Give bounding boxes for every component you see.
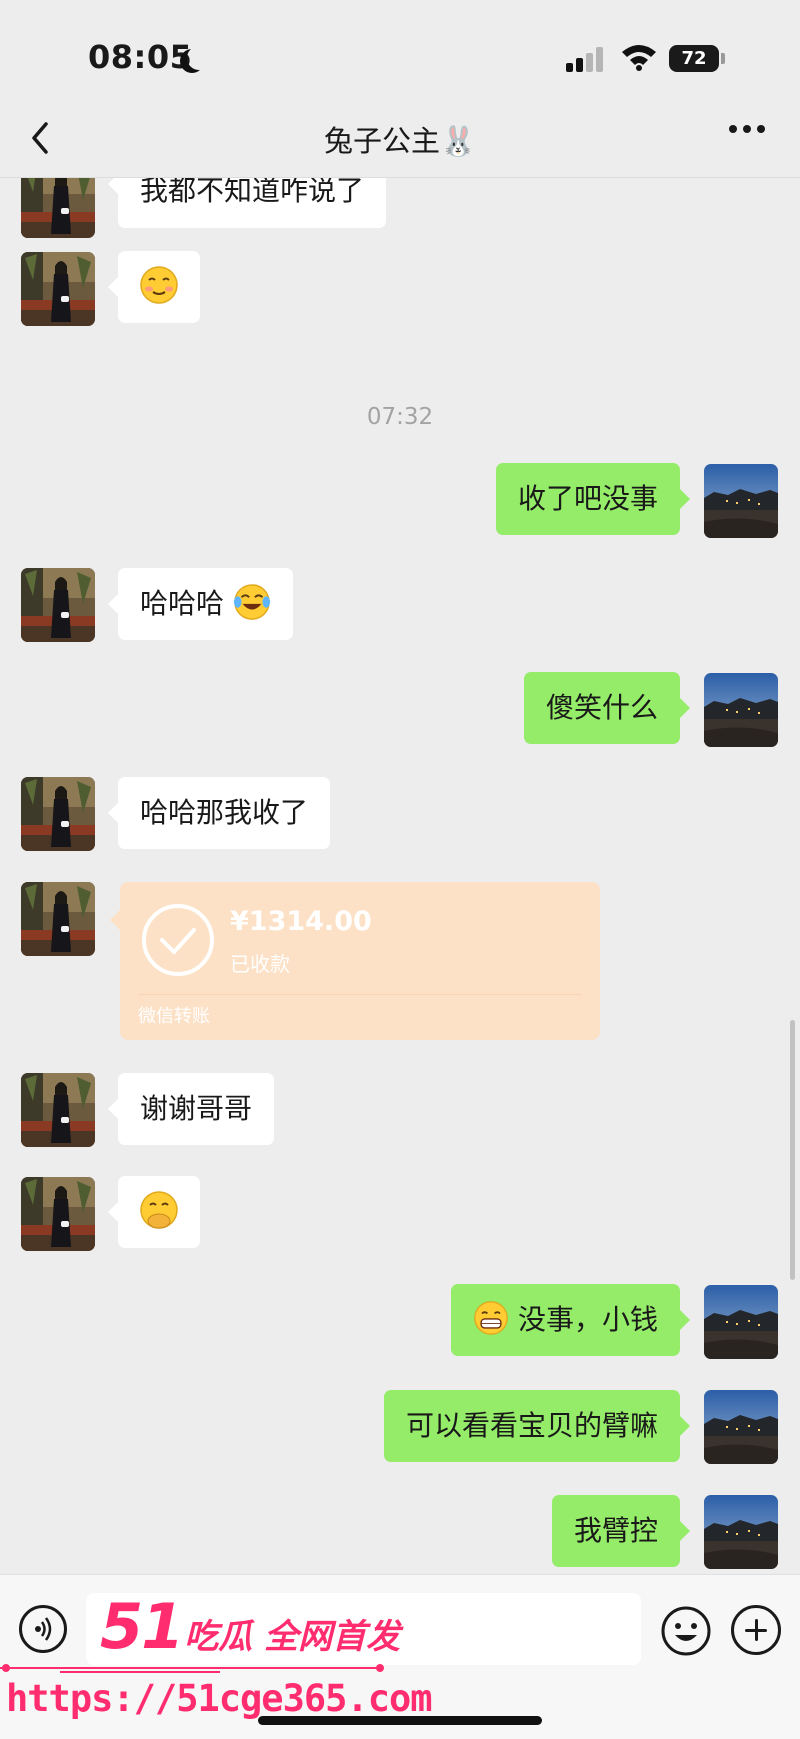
battery-indicator: 72 bbox=[669, 45, 719, 72]
message-text: 谢谢哥哥 bbox=[140, 1092, 253, 1125]
message-text: 哈哈哈 bbox=[140, 587, 225, 620]
voice-input-button[interactable] bbox=[19, 1605, 67, 1653]
watermark-brand: 51吃瓜 全网首发 bbox=[100, 1590, 400, 1663]
scrollbar[interactable] bbox=[790, 1020, 795, 1280]
message-bubble-incoming[interactable]: 谢谢哥哥 bbox=[107, 1073, 275, 1145]
shy-face-icon bbox=[140, 1191, 178, 1229]
smiling-face-icon bbox=[140, 266, 178, 304]
message-text: 我都不知道咋说了 bbox=[140, 178, 365, 207]
message-text: 我臂控 bbox=[573, 1514, 658, 1547]
watermark-text: 吃瓜 全网首发 bbox=[184, 1617, 401, 1657]
transfer-status: 已收款 bbox=[230, 952, 290, 976]
wifi-icon bbox=[622, 45, 656, 71]
tears-of-joy-icon bbox=[233, 584, 270, 620]
message-bubble-outgoing[interactable]: 可以看看宝贝的臂嘛 bbox=[383, 1390, 691, 1462]
more-options-icon[interactable] bbox=[728, 124, 766, 134]
voice-icon bbox=[35, 1617, 52, 1641]
message-list[interactable]: 我都不知道咋说了 07:32 收了吧没事 哈哈哈 傻笑什么 哈哈那我收了 ¥13… bbox=[0, 178, 800, 1574]
transfer-card[interactable]: ¥1314.00 已收款 微信转账 bbox=[110, 882, 600, 1040]
moon-icon bbox=[187, 46, 211, 70]
contact-avatar[interactable] bbox=[21, 252, 95, 326]
message-bubble-outgoing[interactable]: 收了吧没事 bbox=[495, 463, 691, 535]
my-avatar[interactable] bbox=[704, 1495, 778, 1569]
contact-avatar[interactable] bbox=[21, 568, 95, 642]
message-text: 没事，小钱 bbox=[517, 1303, 658, 1336]
my-avatar[interactable] bbox=[704, 1285, 778, 1359]
home-indicator[interactable] bbox=[258, 1716, 542, 1725]
emoji-button-icon[interactable] bbox=[660, 1605, 712, 1657]
status-bar: 08:05 72 bbox=[0, 0, 800, 110]
message-bubble-incoming[interactable] bbox=[108, 251, 200, 323]
message-text: 收了吧没事 bbox=[517, 482, 658, 515]
contact-avatar[interactable] bbox=[21, 777, 95, 851]
my-avatar[interactable] bbox=[704, 1390, 778, 1464]
contact-avatar[interactable] bbox=[21, 178, 95, 238]
grinning-face-icon bbox=[474, 1301, 508, 1335]
message-bubble-incoming[interactable] bbox=[108, 1176, 200, 1248]
transfer-amount: ¥1314.00 bbox=[230, 906, 372, 937]
my-avatar[interactable] bbox=[704, 673, 778, 747]
contact-avatar[interactable] bbox=[21, 1073, 95, 1147]
message-bubble-outgoing[interactable]: 没事，小钱 bbox=[451, 1284, 690, 1356]
message-text: 傻笑什么 bbox=[545, 691, 658, 724]
chat-header: 兔子公主🐰 bbox=[0, 100, 800, 178]
message-timestamp: 07:32 bbox=[366, 404, 434, 430]
contact-avatar[interactable] bbox=[21, 1177, 95, 1251]
chat-title: 兔子公主🐰 bbox=[323, 124, 477, 158]
message-bubble-incoming[interactable]: 我都不知道咋说了 bbox=[107, 178, 387, 228]
message-text: 可以看看宝贝的臂嘛 bbox=[405, 1409, 658, 1442]
message-bubble-incoming[interactable]: 哈哈哈 bbox=[108, 568, 293, 640]
cellular-signal-icon bbox=[566, 46, 608, 72]
my-avatar[interactable] bbox=[704, 464, 778, 538]
more-functions-button[interactable] bbox=[731, 1605, 781, 1655]
battery-cap-icon bbox=[721, 53, 725, 64]
status-time: 08:05 bbox=[88, 38, 193, 76]
transfer-label: 微信转账 bbox=[138, 1006, 210, 1027]
watermark-url: https://51cge365.com bbox=[6, 1677, 433, 1720]
message-bubble-outgoing[interactable]: 傻笑什么 bbox=[523, 672, 691, 744]
watermark-decoration bbox=[0, 1664, 384, 1673]
message-bubble-outgoing[interactable]: 我臂控 bbox=[551, 1495, 691, 1567]
checkmark-icon bbox=[142, 904, 214, 976]
contact-avatar[interactable] bbox=[21, 882, 95, 956]
message-bubble-incoming[interactable]: 哈哈那我收了 bbox=[107, 777, 331, 849]
message-text: 哈哈那我收了 bbox=[140, 796, 309, 829]
watermark-number: 51 bbox=[100, 1590, 184, 1663]
transfer-divider bbox=[138, 994, 582, 995]
